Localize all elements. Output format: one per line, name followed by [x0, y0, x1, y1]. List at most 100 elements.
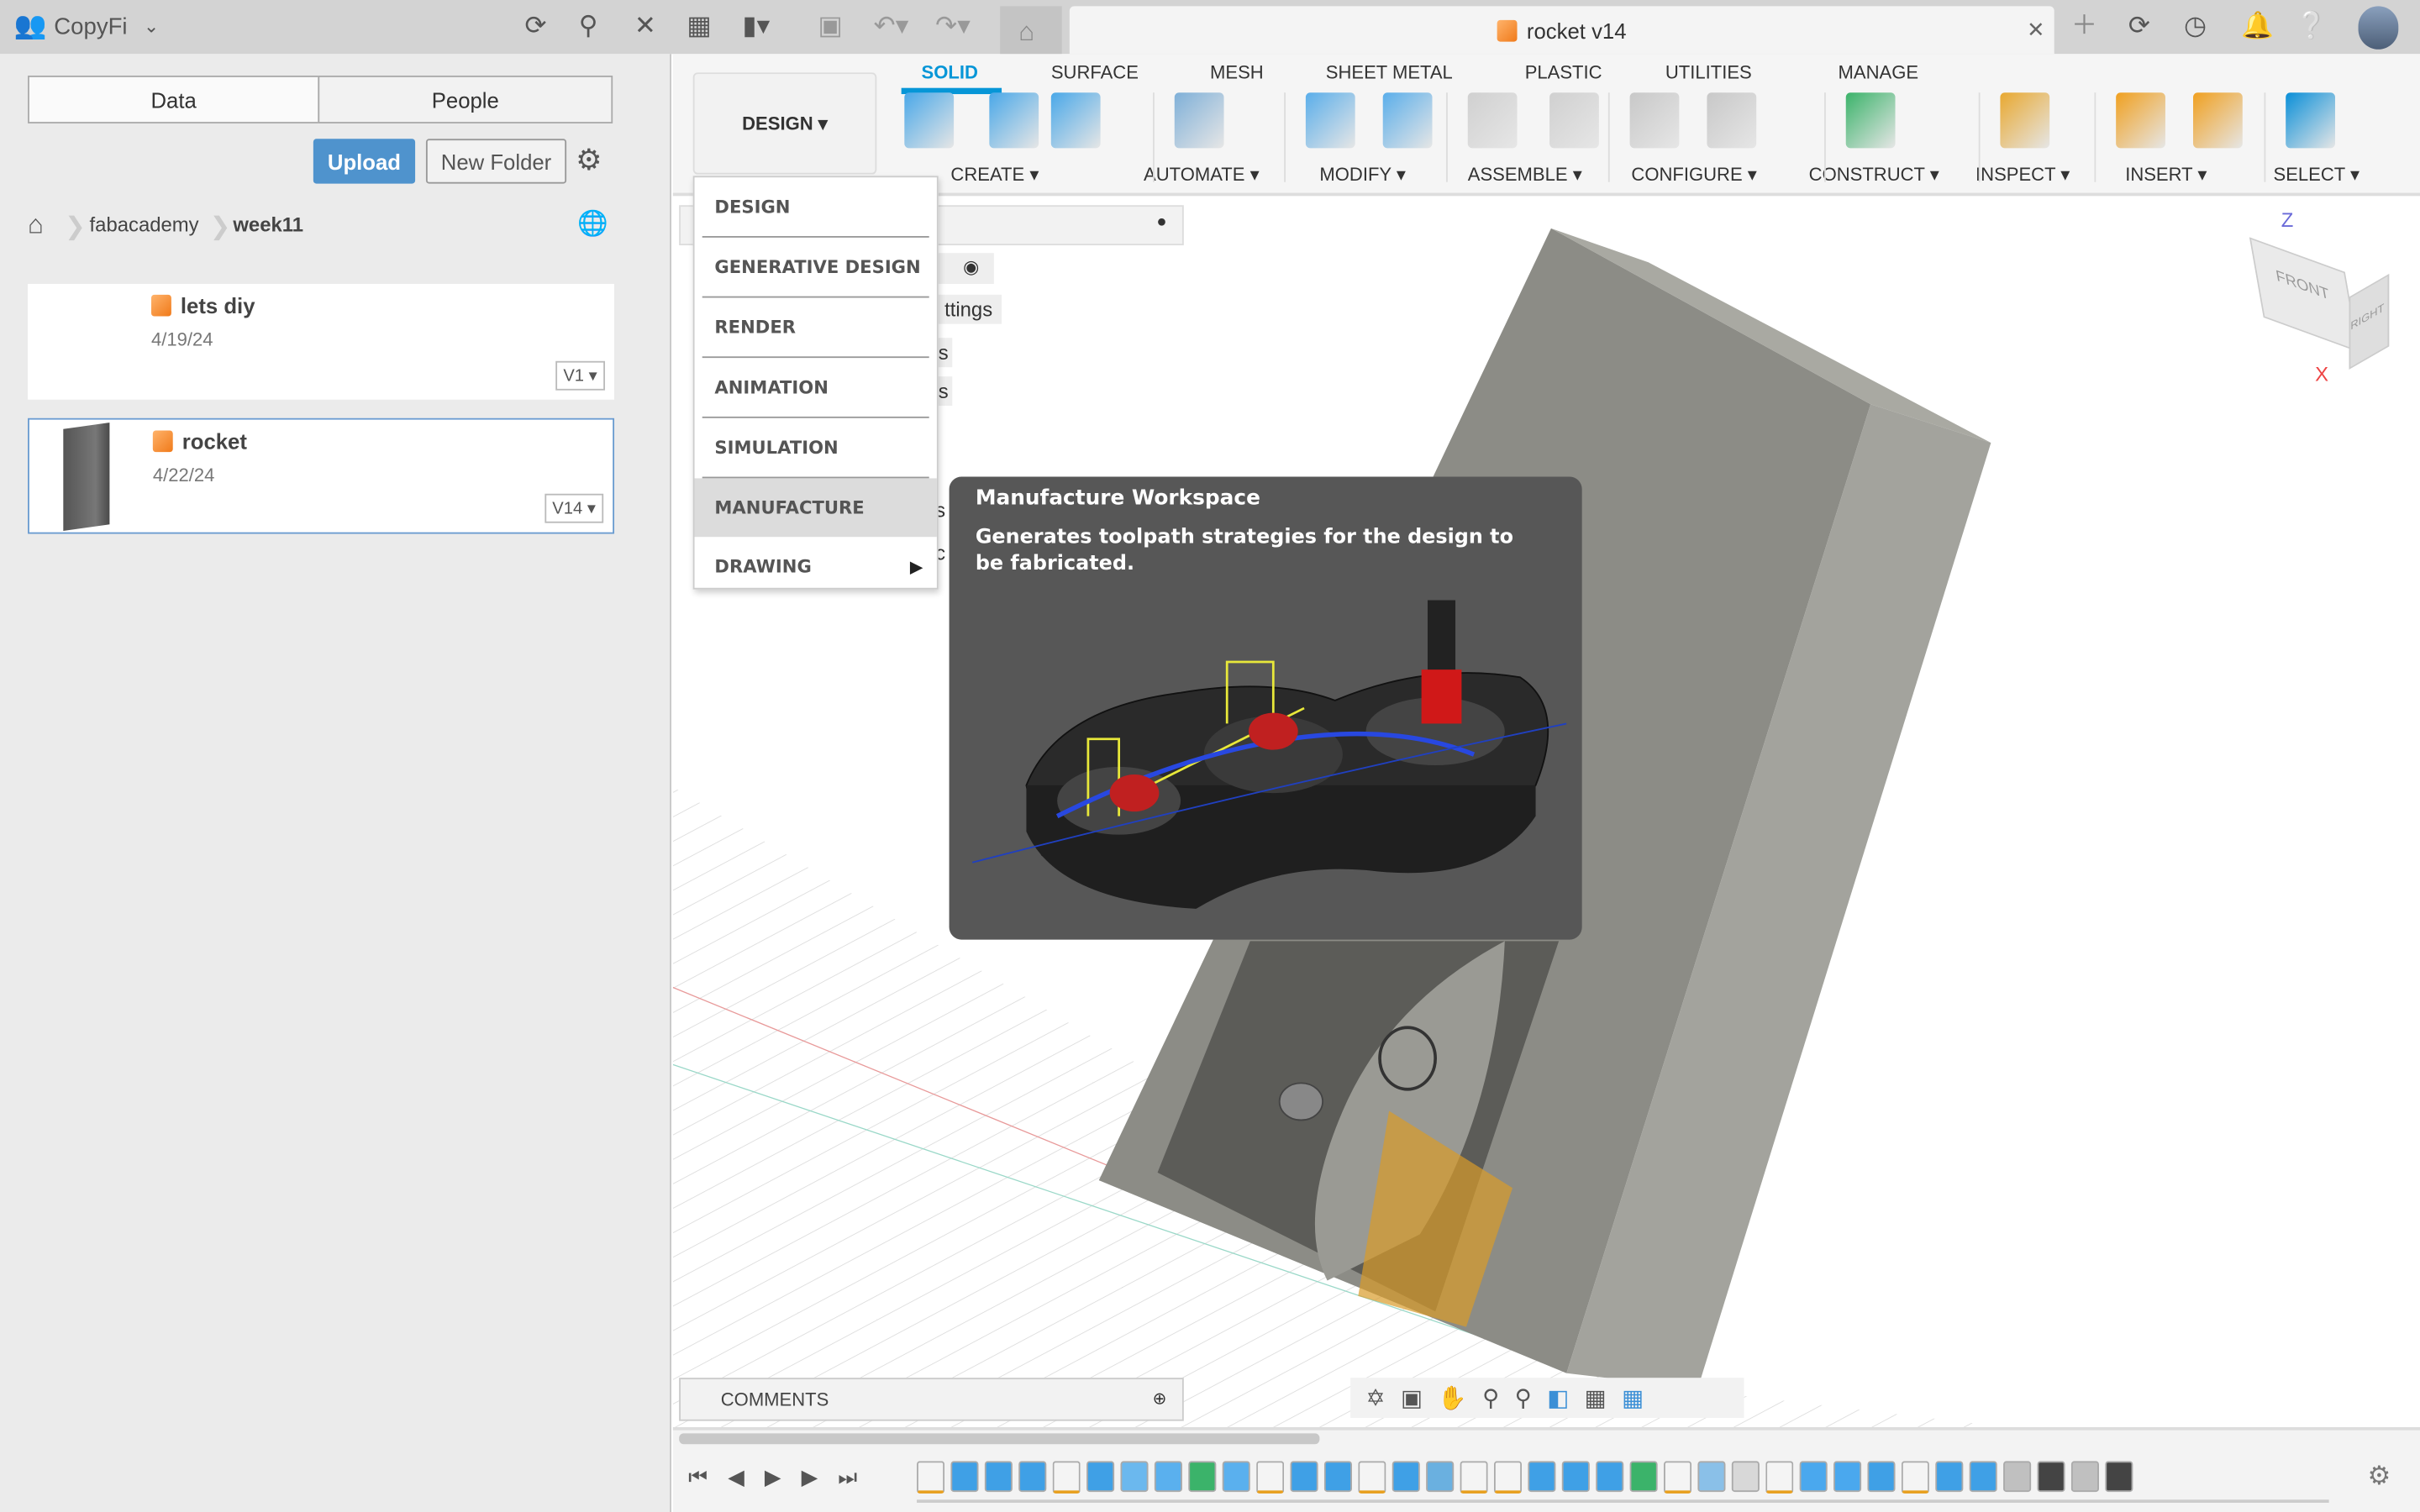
create-tool-icon[interactable]: [1050, 92, 1101, 149]
viewports-icon[interactable]: ▦: [1622, 1384, 1644, 1411]
globe-icon[interactable]: 🌐: [577, 208, 608, 239]
new-folder-button[interactable]: New Folder: [425, 139, 567, 184]
avatar[interactable]: [2358, 6, 2399, 50]
group-modify[interactable]: MODIFY ▾: [1319, 164, 1406, 186]
timeline-sketch-icon[interactable]: [1901, 1461, 1929, 1494]
timeline-sketch-icon[interactable]: [1052, 1461, 1081, 1494]
search-icon[interactable]: ⚲: [579, 12, 598, 40]
insert-tool-icon[interactable]: [2116, 92, 2165, 149]
timeline-extrude-icon[interactable]: [1935, 1461, 1964, 1493]
view-cube-front[interactable]: FRONT: [2249, 237, 2360, 353]
timeline-shell-icon[interactable]: [1426, 1461, 1455, 1493]
upload-button[interactable]: Upload: [313, 139, 416, 184]
timeline-extrude-icon[interactable]: [1561, 1461, 1590, 1493]
zoom-icon[interactable]: ⚲: [1482, 1384, 1499, 1411]
version-dropdown[interactable]: V1 ▾: [555, 360, 606, 391]
add-comment-icon[interactable]: ⊕: [1153, 1389, 1167, 1409]
collapse-icon[interactable]: ●: [1156, 213, 1166, 231]
timeline-track[interactable]: [917, 1499, 2329, 1503]
menu-item-simulation[interactable]: SIMULATION: [702, 418, 929, 479]
tab-data[interactable]: Data: [28, 76, 320, 123]
timeline-sketch-icon[interactable]: [1460, 1461, 1488, 1494]
timeline-cone-icon[interactable]: [1833, 1461, 1862, 1493]
timeline-plane-icon[interactable]: [1629, 1461, 1658, 1493]
grid-settings-icon[interactable]: ▦: [1585, 1384, 1607, 1411]
menu-item-design[interactable]: DESIGN: [702, 177, 929, 238]
timeline-revolve-icon[interactable]: [984, 1461, 1013, 1493]
timeline-extrude-icon[interactable]: [1290, 1461, 1318, 1493]
timeline-settings-icon[interactable]: ⚙: [2368, 1461, 2391, 1492]
go-to-start-icon[interactable]: ⏮: [688, 1464, 708, 1490]
create-tool-icon[interactable]: [904, 92, 955, 149]
tab-utilities[interactable]: UTILITIES: [1665, 61, 1752, 83]
timeline-extrude-icon[interactable]: [1528, 1461, 1556, 1493]
fit-icon[interactable]: ⚲: [1515, 1384, 1532, 1411]
breadcrumb-item[interactable]: fabacademy: [90, 213, 199, 236]
select-tool-icon[interactable]: [2286, 92, 2335, 149]
tab-manage[interactable]: MANAGE: [1839, 61, 1919, 83]
timeline-joint-icon[interactable]: [2003, 1461, 2032, 1493]
automate-tool-icon[interactable]: [1174, 92, 1224, 149]
timeline-body-icon[interactable]: [1154, 1461, 1182, 1493]
step-back-icon[interactable]: ◀: [728, 1464, 744, 1490]
close-tab-icon[interactable]: ✕: [2027, 17, 2045, 43]
menu-item-drawing[interactable]: DRAWING ▶: [702, 537, 929, 596]
comments-panel[interactable]: COMMENTS ⊕: [679, 1378, 1184, 1421]
group-construct[interactable]: CONSTRUCT ▾: [1809, 164, 1939, 186]
extensions-icon[interactable]: ⟳: [2128, 12, 2150, 40]
file-icon[interactable]: ▮▾: [742, 12, 770, 40]
browser-row[interactable]: ◉: [935, 253, 994, 284]
version-dropdown[interactable]: V14 ▾: [544, 493, 604, 523]
timeline-extrude-icon[interactable]: [950, 1461, 979, 1493]
timeline-extrude-icon[interactable]: [1969, 1461, 1997, 1493]
play-icon[interactable]: ▶: [765, 1464, 781, 1490]
inspect-tool-icon[interactable]: [2000, 92, 2050, 149]
radio-icon[interactable]: ◉: [963, 256, 979, 278]
group-automate[interactable]: AUTOMATE ▾: [1144, 164, 1260, 186]
menu-item-animation[interactable]: ANIMATION: [702, 358, 929, 418]
configure-tool-icon[interactable]: [1707, 92, 1757, 149]
group-insert[interactable]: INSERT ▾: [2125, 164, 2207, 186]
home-tab[interactable]: ⌂: [1000, 6, 1062, 55]
display-settings-icon[interactable]: ◧: [1547, 1384, 1569, 1411]
look-at-icon[interactable]: ▣: [1401, 1384, 1423, 1411]
timeline-extrude-icon[interactable]: [1086, 1461, 1115, 1493]
refresh-icon[interactable]: ⟳: [524, 12, 546, 40]
timeline-sketch-icon[interactable]: [1358, 1461, 1386, 1494]
construct-tool-icon[interactable]: [1845, 92, 1896, 149]
modify-tool-icon[interactable]: [1382, 92, 1433, 149]
menu-item-render[interactable]: RENDER: [702, 297, 929, 359]
timeline-move-icon[interactable]: [2105, 1461, 2133, 1493]
tab-people[interactable]: People: [318, 76, 613, 123]
grid-icon[interactable]: ▦: [687, 12, 712, 40]
team-name[interactable]: CopyFi: [54, 14, 127, 40]
group-inspect[interactable]: INSPECT ▾: [1975, 164, 2070, 186]
chevron-down-icon[interactable]: ⌄: [144, 13, 159, 40]
timeline-plane-icon[interactable]: [1188, 1461, 1217, 1493]
insert-tool-icon[interactable]: [2193, 92, 2243, 149]
timeline-extrude-icon[interactable]: [1596, 1461, 1624, 1493]
orbit-icon[interactable]: ✡: [1366, 1384, 1386, 1411]
save-icon[interactable]: ▣: [818, 12, 843, 40]
horizontal-scrollbar[interactable]: [679, 1433, 1320, 1445]
timeline-sketch-icon[interactable]: [1664, 1461, 1692, 1494]
home-icon[interactable]: ⌂: [28, 210, 44, 241]
help-icon[interactable]: ❔: [2295, 12, 2328, 40]
gear-icon[interactable]: ⚙: [576, 144, 602, 179]
workspace-switcher[interactable]: DESIGN ▾: [692, 72, 877, 175]
close-icon[interactable]: ✕: [634, 12, 656, 40]
timeline-pattern-icon[interactable]: [1120, 1461, 1149, 1493]
timeline-sketch-icon[interactable]: [917, 1461, 945, 1494]
timeline-joint-icon[interactable]: [2070, 1461, 2099, 1493]
timeline-move-icon[interactable]: [2037, 1461, 2065, 1493]
tab-surface[interactable]: SURFACE: [1051, 61, 1139, 83]
view-cube-right[interactable]: RIGHT: [2349, 274, 2390, 370]
clock-icon[interactable]: ◷: [2184, 12, 2207, 40]
timeline-sketch-icon[interactable]: [1256, 1461, 1285, 1494]
tab-plastic[interactable]: PLASTIC: [1525, 61, 1602, 83]
timeline-sphere-icon[interactable]: [1799, 1461, 1828, 1493]
timeline-sweep-icon[interactable]: [1697, 1461, 1726, 1493]
menu-item-manufacture[interactable]: MANUFACTURE: [694, 478, 937, 538]
tab-sheet-metal[interactable]: SHEET METAL: [1326, 61, 1453, 83]
group-select[interactable]: SELECT ▾: [2274, 164, 2360, 186]
